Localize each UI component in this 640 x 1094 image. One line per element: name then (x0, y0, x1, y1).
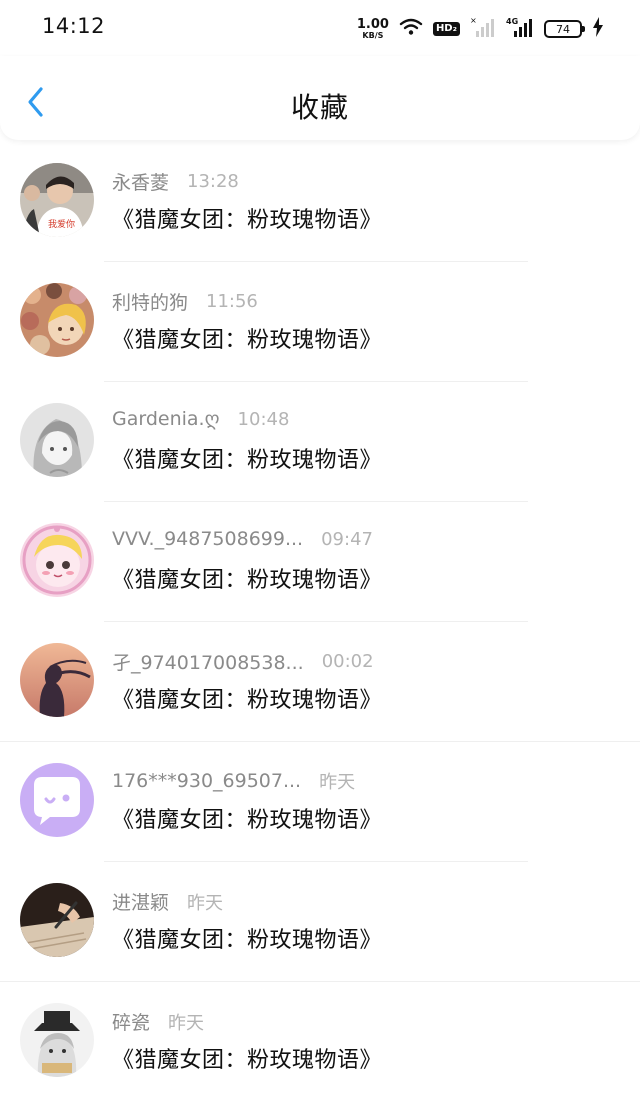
username: 进湛颖 (112, 892, 170, 914)
avatar[interactable] (20, 1003, 94, 1077)
battery-icon: 74 (544, 20, 585, 38)
username: 碎瓷 (112, 1012, 151, 1034)
timestamp: 昨天 (187, 892, 224, 914)
item-title: 《猎魔女团：粉玫瑰物语》 (112, 328, 383, 353)
timestamp: 09:47 (321, 528, 373, 550)
item-title: 《猎魔女团：粉玫瑰物语》 (112, 448, 383, 473)
username: 利特的狗 (112, 292, 189, 314)
item-title: 《猎魔女团：粉玫瑰物语》 (112, 1048, 383, 1073)
item-meta: 进湛颖 昨天 (112, 888, 223, 915)
item-title: 《猎魔女团：粉玫瑰物语》 (112, 928, 383, 953)
list-item[interactable]: 进湛颖 昨天 《猎魔女团：粉玫瑰物语》 (0, 862, 640, 982)
username: 永香菱 (112, 172, 170, 194)
list-item[interactable]: Gardenia.ღ 10:48 《猎魔女团：粉玫瑰物语》 (0, 382, 640, 502)
avatar[interactable] (20, 523, 94, 597)
list-item[interactable]: 碎瓷 昨天 《猎魔女团：粉玫瑰物语》 (0, 982, 640, 1094)
list-item[interactable]: 176***930_69507... 昨天 《猎魔女团：粉玫瑰物语》 (0, 742, 640, 862)
item-meta: 孑_974017008538... 00:02 (112, 648, 374, 675)
avatar[interactable] (20, 763, 94, 837)
avatar[interactable] (20, 283, 94, 357)
svg-text:我爱你: 我爱你 (48, 218, 75, 230)
timestamp: 10:48 (237, 408, 290, 430)
timestamp: 11:56 (206, 291, 258, 312)
charging-icon (592, 17, 604, 41)
favorites-list: 我爱你 永香菱 13:28 《猎魔女团：粉玫瑰物语》 利特的狗 11:56 《猎… (0, 142, 640, 1094)
avatar[interactable] (20, 643, 94, 717)
item-meta: 永香菱 13:28 (112, 168, 239, 195)
username: Gardenia.ღ (112, 408, 220, 430)
svg-text:×: × (470, 16, 477, 25)
list-item[interactable]: VVV._9487508699... 09:47 《猎魔女团：粉玫瑰物语》 (0, 502, 640, 622)
item-meta: 176***930_69507... 昨天 (112, 768, 355, 794)
item-title: 《猎魔女团：粉玫瑰物语》 (112, 568, 383, 593)
battery-level: 74 (556, 22, 570, 36)
item-title: 《猎魔女团：粉玫瑰物语》 (112, 688, 383, 713)
timestamp: 00:02 (321, 651, 374, 672)
item-meta: Gardenia.ღ 10:48 (112, 408, 289, 430)
item-title: 《猎魔女团：粉玫瑰物语》 (112, 808, 383, 833)
item-meta: 碎瓷 昨天 (112, 1008, 204, 1035)
timestamp: 昨天 (319, 772, 356, 793)
network-speed: 1.00 KB/S (357, 18, 389, 40)
username: 孑_974017008538... (112, 652, 304, 674)
avatar[interactable] (20, 403, 94, 477)
status-bar: 14:12 1.00 KB/S HD₂ × 4G 74 (0, 0, 640, 56)
item-meta: 利特的狗 11:56 (112, 288, 258, 315)
status-time: 14:12 (42, 14, 106, 38)
username: VVV._9487508699... (112, 528, 304, 550)
list-item[interactable]: 我爱你 永香菱 13:28 《猎魔女团：粉玫瑰物语》 (0, 142, 640, 262)
signal-icon-sim1: × (470, 16, 496, 42)
network-speed-unit: KB/S (362, 31, 384, 40)
avatar[interactable] (20, 883, 94, 957)
hd-voice-badge: HD₂ (432, 22, 460, 36)
timestamp: 昨天 (168, 1012, 205, 1034)
list-item[interactable]: 孑_974017008538... 00:02 《猎魔女团：粉玫瑰物语》 (0, 622, 640, 742)
nav-header: 收藏 (0, 56, 640, 140)
timestamp: 13:28 (187, 171, 239, 192)
network-speed-value: 1.00 (356, 17, 389, 32)
username: 176***930_69507... (112, 770, 302, 792)
network-type: 4G (506, 17, 518, 26)
page-title: 收藏 (290, 91, 349, 124)
avatar[interactable]: 我爱你 (20, 163, 94, 237)
item-meta: VVV._9487508699... 09:47 (112, 528, 373, 550)
wifi-icon (399, 18, 423, 40)
item-title: 《猎魔女团：粉玫瑰物语》 (112, 208, 383, 233)
signal-icon-sim2: 4G (506, 16, 534, 42)
list-item[interactable]: 利特的狗 11:56 《猎魔女团：粉玫瑰物语》 (0, 262, 640, 382)
status-icons: 1.00 KB/S HD₂ × 4G 74 (357, 14, 604, 44)
